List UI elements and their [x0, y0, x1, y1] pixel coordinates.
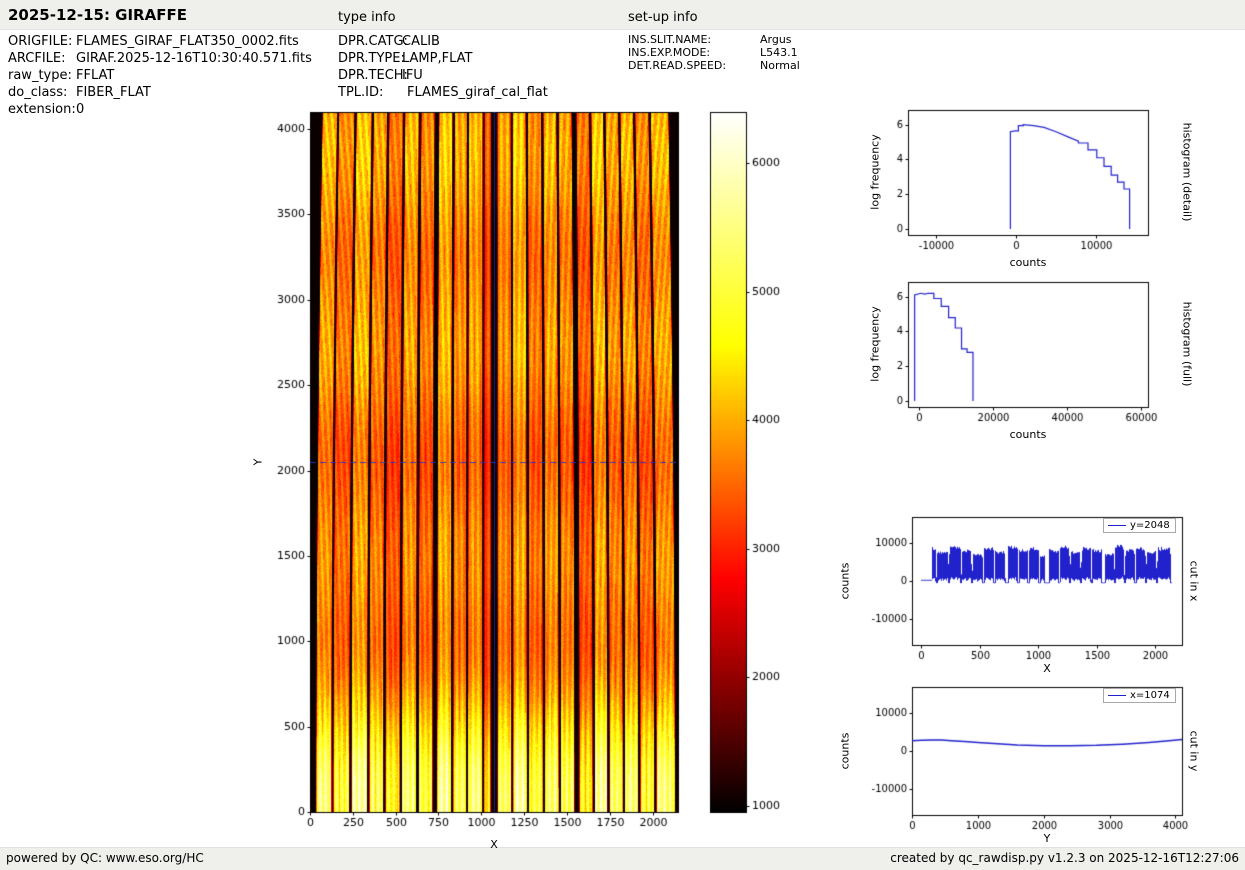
type-info-row: DPR.TECH:IFU [338, 67, 548, 84]
cut-in-y-plot [862, 679, 1192, 839]
file-info-row: do_class:FIBER_FLAT [8, 84, 312, 101]
cut-in-y-legend: x=1074 [1103, 688, 1176, 703]
setup-info-heading: set-up info [628, 10, 698, 25]
info-label: ORIGFILE: [8, 33, 76, 50]
file-info-row: raw_type:FFLAT [8, 67, 312, 84]
info-label: extension: [8, 101, 76, 118]
hist-detail-x-axis-label: counts [1010, 256, 1047, 269]
info-value: CALIB [402, 33, 440, 50]
info-label: do_class: [8, 84, 76, 101]
info-label: DET.READ.SPEED: [628, 59, 760, 72]
info-label: INS.SLIT.NAME: [628, 33, 760, 46]
type-info-row: DPR.CATG:CALIB [338, 33, 548, 50]
legend-line-swatch [1108, 695, 1126, 696]
hist-detail-y-axis-label: log frequency [869, 134, 882, 209]
info-label: TPL.ID: [338, 84, 402, 101]
cut-in-y-x-axis-label: Y [1044, 832, 1051, 845]
legend-label: x=1074 [1130, 690, 1170, 701]
cut-in-x-legend: y=2048 [1103, 518, 1176, 533]
file-info-row: ARCFILE:GIRAF.2025-12-16T10:30:40.571.fi… [8, 50, 312, 67]
info-value: FLAMES_GIRAF_FLAT350_0002.fits [76, 33, 299, 50]
setup-info-row: INS.SLIT.NAME:Argus [628, 33, 800, 46]
info-value: L543.1 [760, 46, 798, 59]
type-info-row: TPL.ID: FLAMES_giraf_cal_flat [338, 84, 548, 101]
file-info-row: extension:0 [8, 101, 312, 118]
file-info-row: ORIGFILE:FLAMES_GIRAF_FLAT350_0002.fits [8, 33, 312, 50]
hist-full-x-axis-label: counts [1010, 428, 1047, 441]
footer-left-text: powered by QC: www.eso.org/HC [6, 851, 204, 865]
type-info-row: DPR.TYPE:LAMP,FLAT [338, 50, 548, 67]
cut-in-x-x-axis-label: X [1043, 662, 1051, 675]
info-label: DPR.TECH: [338, 67, 402, 84]
colorbar [700, 104, 800, 844]
footer-right-text: created by qc_rawdisp.py v1.2.3 on 2025-… [890, 851, 1239, 865]
histogram-full-plot [858, 274, 1158, 424]
info-label: DPR.CATG: [338, 33, 402, 50]
info-label: ARCFILE: [8, 50, 76, 67]
histogram-detail-plot [858, 102, 1158, 252]
info-value: FIBER_FLAT [76, 84, 151, 101]
file-info-block: ORIGFILE:FLAMES_GIRAF_FLAT350_0002.fits … [8, 33, 312, 118]
cut-in-y-y-axis-label: counts [839, 733, 852, 770]
info-value: FLAMES_giraf_cal_flat [407, 84, 548, 101]
info-label: DPR.TYPE: [338, 50, 402, 67]
type-info-heading: type info [338, 10, 396, 25]
info-value: IFU [402, 67, 423, 84]
hist-full-right-label: histogram (full) [1181, 302, 1194, 387]
cut-in-x-y-axis-label: counts [839, 563, 852, 600]
info-value: Normal [760, 59, 800, 72]
info-value: LAMP,FLAT [402, 50, 472, 67]
setup-info-row: INS.EXP.MODE:L543.1 [628, 46, 800, 59]
info-label: INS.EXP.MODE: [628, 46, 760, 59]
hist-full-y-axis-label: log frequency [869, 306, 882, 381]
info-value: GIRAF.2025-12-16T10:30:40.571.fits [76, 50, 312, 67]
legend-line-swatch [1108, 525, 1126, 526]
info-value: Argus [760, 33, 792, 46]
page-title: 2025-12-15: GIRAFFE [8, 6, 187, 24]
cut-in-x-right-label: cut in x [1188, 561, 1201, 602]
setup-info-block: INS.SLIT.NAME:Argus INS.EXP.MODE:L543.1 … [628, 33, 800, 72]
cut-in-y-right-label: cut in y [1188, 731, 1201, 772]
main-image-x-axis-label: X [490, 838, 498, 851]
cut-in-x-plot [862, 509, 1192, 669]
hist-detail-right-label: histogram (detail) [1181, 123, 1194, 222]
info-label: raw_type: [8, 67, 76, 84]
info-value: FFLAT [76, 67, 114, 84]
legend-label: y=2048 [1130, 520, 1170, 531]
setup-info-row: DET.READ.SPEED:Normal [628, 59, 800, 72]
info-value: 0 [76, 101, 84, 118]
raw-frame-heatmap [270, 104, 700, 844]
main-image-y-axis-label: Y [252, 459, 265, 466]
type-info-block: DPR.CATG:CALIB DPR.TYPE:LAMP,FLAT DPR.TE… [338, 33, 548, 101]
qc-report-page: 2025-12-15: GIRAFFE type info set-up inf… [0, 0, 1245, 870]
